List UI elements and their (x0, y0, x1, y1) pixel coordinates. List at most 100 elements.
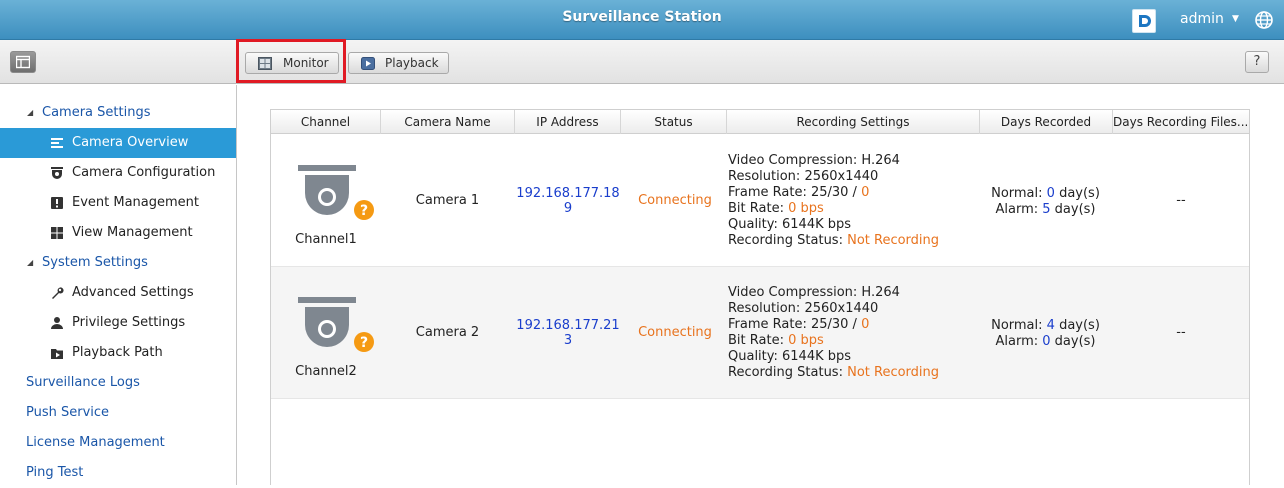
sidebar-item-playback-path[interactable]: Playback Path (0, 338, 236, 368)
bit-rate-label: Bit Rate: (728, 333, 789, 348)
sidebar-item-camera-configuration[interactable]: Camera Configuration (0, 158, 236, 188)
sidebar-item-label: Camera Overview (72, 135, 189, 150)
collapse-triangle-icon[interactable]: ◢ (27, 98, 33, 128)
ip-address-line: 3 (563, 333, 573, 348)
bit-rate-label: Bit Rate: (728, 201, 789, 216)
frame-rate-value: 0 (861, 185, 870, 200)
sidebar-item-surveillance-logs[interactable]: Surveillance Logs (0, 368, 236, 398)
sidebar-item-license-management[interactable]: License Management (0, 428, 236, 458)
sidebar-group-label: System Settings (42, 255, 148, 270)
sidebar-group-label: Camera Settings (42, 105, 151, 120)
sidebar-item-label: Privilege Settings (72, 315, 186, 330)
help-button[interactable]: ? (1245, 51, 1269, 73)
toolbar-divider (236, 40, 237, 84)
column-header-days-recording-files[interactable]: Days Recording Files... (1113, 110, 1247, 134)
camera-table: Channel Camera Name IP Address Status Re… (270, 109, 1250, 485)
frame-rate: Frame Rate: 25/30 / 0 (728, 185, 978, 201)
ip-address: 192.168.177.21 3 (515, 318, 621, 348)
camera-name: Camera 1 (415, 193, 480, 208)
alert-icon (51, 197, 63, 209)
channel-label: Channel1 (295, 232, 357, 247)
ip-address-line: 192.168.177.18 (516, 186, 620, 201)
bit-rate-value: 0 bps (788, 333, 824, 348)
video-compression: Video Compression: H.264 (728, 285, 900, 300)
status-text: Connecting (638, 193, 712, 208)
sidebar-item-label: Push Service (26, 405, 110, 420)
table-header: Channel Camera Name IP Address Status Re… (271, 110, 1249, 134)
alarm-unit: day(s) (1050, 334, 1096, 349)
recording-status: Recording Status: Not Recording (728, 233, 978, 249)
sidebar-item-label: Camera Configuration (72, 165, 216, 180)
normal-label: Normal: (991, 186, 1047, 201)
camera-status-icon: ? (298, 297, 374, 352)
column-header-ip-address[interactable]: IP Address (515, 110, 621, 134)
recording-status-value: Not Recording (847, 233, 940, 248)
sidebar-item-label: Surveillance Logs (26, 375, 140, 390)
sidebar-item-advanced-settings[interactable]: Advanced Settings (0, 278, 236, 308)
table-row[interactable]: ? Channel1 Camera 1 192.168.177.18 9 Con… (271, 135, 1249, 267)
alarm-value: 0 (1042, 334, 1051, 349)
frame-rate: Frame Rate: 25/30 / 0 (728, 317, 978, 333)
channel-label: Channel2 (295, 364, 357, 379)
ip-address-line: 192.168.177.21 (516, 318, 620, 333)
sidebar-item-camera-overview[interactable]: Camera Overview (0, 128, 236, 158)
alarm-unit: day(s) (1050, 202, 1096, 217)
sidebar-item-label: License Management (26, 435, 165, 450)
days-recorded: Normal: 4 day(s) Alarm: 0 day(s) (979, 318, 1112, 350)
user-menu[interactable]: admin (1180, 11, 1224, 27)
table-row[interactable]: ? Channel2 Camera 2 192.168.177.21 3 Con… (271, 267, 1249, 399)
days-recorded: Normal: 0 day(s) Alarm: 5 day(s) (979, 186, 1112, 218)
bit-rate: Bit Rate: 0 bps (728, 333, 978, 349)
app-logo-icon[interactable] (1132, 9, 1156, 33)
sidebar-item-view-management[interactable]: View Management (0, 218, 236, 248)
sidebar-item-label: Ping Test (26, 465, 84, 480)
svg-text:?: ? (360, 335, 368, 351)
sidebar-item-privilege-settings[interactable]: Privilege Settings (0, 308, 236, 338)
ip-address-line: 9 (563, 201, 573, 216)
column-header-channel[interactable]: Channel (271, 110, 381, 134)
recording-status-value: Not Recording (847, 365, 940, 380)
sidebar-group-system-settings[interactable]: ◢ System Settings (0, 248, 236, 278)
normal-unit: day(s) (1054, 186, 1100, 201)
alarm-days: Alarm: 0 day(s) (979, 334, 1112, 350)
camera-icon (51, 167, 63, 179)
globe-icon[interactable] (1254, 10, 1274, 34)
column-header-recording-settings[interactable]: Recording Settings (727, 110, 980, 134)
sidebar-item-label: Advanced Settings (72, 285, 194, 300)
normal-days: Normal: 0 day(s) (979, 186, 1112, 202)
sidebar-item-ping-test[interactable]: Ping Test (0, 458, 236, 488)
playback-button[interactable]: Playback (348, 52, 449, 74)
toggle-sidebar-button[interactable] (10, 51, 36, 73)
monitor-label: Monitor (283, 56, 329, 70)
sidebar-item-event-management[interactable]: Event Management (0, 188, 236, 218)
sidebar-item-push-service[interactable]: Push Service (0, 398, 236, 428)
user-icon (51, 317, 63, 329)
frame-rate-label: Frame Rate: 25/30 / (728, 185, 862, 200)
bit-rate-value: 0 bps (788, 201, 824, 216)
recording-status: Recording Status: Not Recording (728, 365, 978, 381)
alarm-value: 5 (1042, 202, 1051, 217)
video-compression: Video Compression: H.264 (728, 153, 900, 168)
recording-settings: Video Compression: H.264 Resolution: 256… (728, 285, 978, 381)
wrench-icon (52, 287, 64, 299)
sidebar-group-camera-settings[interactable]: ◢ Camera Settings (0, 98, 236, 128)
column-header-camera-name[interactable]: Camera Name (381, 110, 515, 134)
bit-rate: Bit Rate: 0 bps (728, 201, 978, 217)
collapse-triangle-icon[interactable]: ◢ (27, 248, 33, 278)
sidebar-item-label: Event Management (72, 195, 200, 210)
monitor-button[interactable]: Monitor (245, 52, 339, 74)
normal-unit: day(s) (1054, 318, 1100, 333)
camera-status-icon: ? (298, 165, 374, 220)
ip-address: 192.168.177.18 9 (515, 186, 621, 216)
app-title: Surveillance Station (562, 9, 722, 25)
normal-days: Normal: 4 day(s) (979, 318, 1112, 334)
grid-icon (51, 227, 63, 239)
chevron-down-icon[interactable]: ▼ (1232, 14, 1239, 24)
column-header-days-recorded[interactable]: Days Recorded (980, 110, 1113, 134)
resolution: Resolution: 2560x1440 (728, 301, 879, 316)
column-header-status[interactable]: Status (621, 110, 727, 134)
alarm-label: Alarm: (995, 334, 1043, 349)
quality: Quality: 6144K bps (728, 217, 852, 232)
sidebar: ◢ Camera Settings Camera Overview Camera… (0, 85, 237, 485)
days-recording-files: -- (1176, 325, 1186, 340)
